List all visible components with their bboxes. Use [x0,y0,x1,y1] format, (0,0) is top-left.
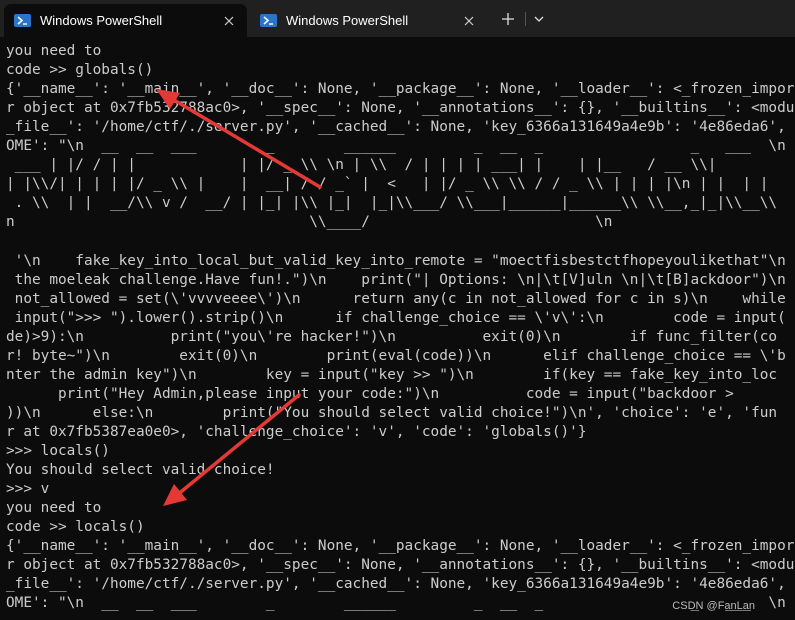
terminal-line: >>> locals() [6,442,110,459]
new-tab-button[interactable] [495,8,521,30]
terminal-line: OME': "\n __ __ ___ _ ______ _ __ _ _ __… [6,138,795,155]
terminal-line: {'__name__': '__main__', '__doc__': None… [6,538,795,555]
powershell-icon [14,14,31,27]
terminal-line: You should select valid choice! [6,462,275,479]
terminal-line: code >> globals() [6,62,154,79]
tab-powershell-2[interactable]: Windows PowerShell [250,4,487,37]
terminal-line: code >> locals() [6,519,145,536]
terminal-line: input(">>> ").lower().strip()\n if chall… [6,309,786,326]
terminal-line: you need to [6,500,102,517]
terminal-line: you need to [6,43,102,59]
terminal-line: not_allowed = set(\'vvvveeee\')\n return… [6,290,786,307]
close-icon[interactable] [221,13,237,29]
terminal-output[interactable]: you need to code >> globals() {'__name__':… [6,42,795,620]
terminal-line: '\n fake_key_into_local_but_valid_key_in… [6,252,786,269]
terminal-line: . \\ | | __/\\ v / __/ | |_| |\\ |_| |_|… [6,195,778,212]
terminal-line: | |\\/| | | | |/ _ \\ | | __| / / _` | <… [6,176,769,193]
tab-bar: Windows PowerShell Windows PowerShell [0,0,795,37]
chevron-down-icon [534,16,544,22]
terminal-line: n \\____/ \n [6,214,613,231]
terminal-line: r at 0x7fb5387ea0e0>, 'challenge_choice'… [6,423,587,440]
terminal-line: the moeleak challenge.Have fun!.")\n pri… [6,271,786,288]
watermark: CSDN @FanLan [672,600,755,612]
tab-title: Windows PowerShell [286,13,409,28]
terminal-line: r object at 0x7fb532788ac0>, '__spec__':… [6,100,795,117]
terminal-line: _file__': '/home/ctf/./server.py', '__ca… [6,576,795,593]
close-icon[interactable] [461,13,477,29]
tab-powershell-1[interactable]: Windows PowerShell [4,4,247,37]
terminal-line: r! byte~")\n exit(0)\n print(eval(code))… [6,347,786,364]
terminal-line: ___ | |/ / | | | |/ _ \\ \n | \\ / | | |… [6,157,717,174]
plus-icon [502,13,514,25]
terminal-line: {'__name__': '__main__', '__doc__': None… [6,81,795,98]
tab-dropdown-button[interactable] [526,8,552,30]
tab-title: Windows PowerShell [40,13,163,28]
terminal-line: r object at 0x7fb532788ac0>, '__spec__':… [6,557,795,574]
terminal-line: de)>9):\n print("you\'re hacker!")\n exi… [6,328,778,345]
terminal-line: print("Hey Admin,please input your code:… [6,385,734,402]
terminal-line: >>> v [6,481,50,498]
powershell-icon [260,14,277,27]
terminal-line: nter the admin key")\n key = input("key … [6,366,778,383]
terminal-line: _file__': '/home/ctf/./server.py', '__ca… [6,119,795,136]
terminal-line: ))\n else:\n print("You should select va… [6,404,778,421]
